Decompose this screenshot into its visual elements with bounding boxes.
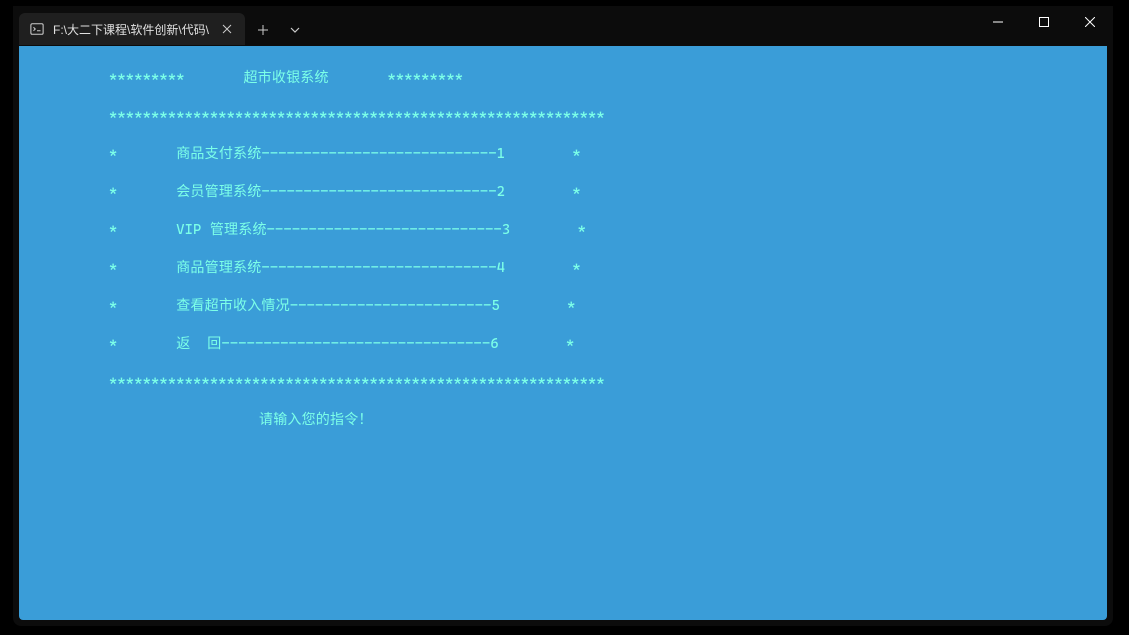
- divider-bottom: ****************************************…: [19, 373, 1107, 392]
- menu-item-3: * VIP 管理系统----------------------------3 …: [19, 221, 1107, 240]
- close-button[interactable]: [1067, 6, 1113, 38]
- divider-top: ****************************************…: [19, 107, 1107, 126]
- terminal-icon: [29, 21, 45, 37]
- maximize-button[interactable]: [1021, 6, 1067, 38]
- menu-item-5: * 查看超市收入情况------------------------5 *: [19, 297, 1107, 316]
- minimize-button[interactable]: [975, 6, 1021, 38]
- menu-item-6: * 返 回--------------------------------6 *: [19, 335, 1107, 354]
- system-title: 超市收银系统: [243, 70, 328, 86]
- terminal-window: F:\大二下课程\软件创新\代码\: [13, 6, 1113, 626]
- window-controls: [975, 6, 1113, 40]
- tab-dropdown-button[interactable]: [281, 16, 309, 44]
- menu-item-1: * 商品支付系统----------------------------1 *: [19, 145, 1107, 164]
- header-line: ********* 超市收银系统 *********: [19, 69, 1107, 88]
- tab-area: F:\大二下课程\软件创新\代码\: [13, 6, 309, 46]
- stars-left: *********: [109, 70, 185, 86]
- stars-right: *********: [388, 70, 464, 86]
- menu-item-2: * 会员管理系统----------------------------2 *: [19, 183, 1107, 202]
- terminal-output[interactable]: ********* 超市收银系统 ********* *************…: [19, 46, 1107, 620]
- input-prompt: 请输入您的指令！: [19, 411, 1107, 430]
- new-tab-button[interactable]: [249, 16, 277, 44]
- menu-item-4: * 商品管理系统----------------------------4 *: [19, 259, 1107, 278]
- tab-close-button[interactable]: [217, 19, 237, 39]
- tab-active[interactable]: F:\大二下课程\软件创新\代码\: [19, 13, 245, 45]
- titlebar: F:\大二下课程\软件创新\代码\: [13, 6, 1113, 46]
- tab-title: F:\大二下课程\软件创新\代码\: [53, 21, 209, 38]
